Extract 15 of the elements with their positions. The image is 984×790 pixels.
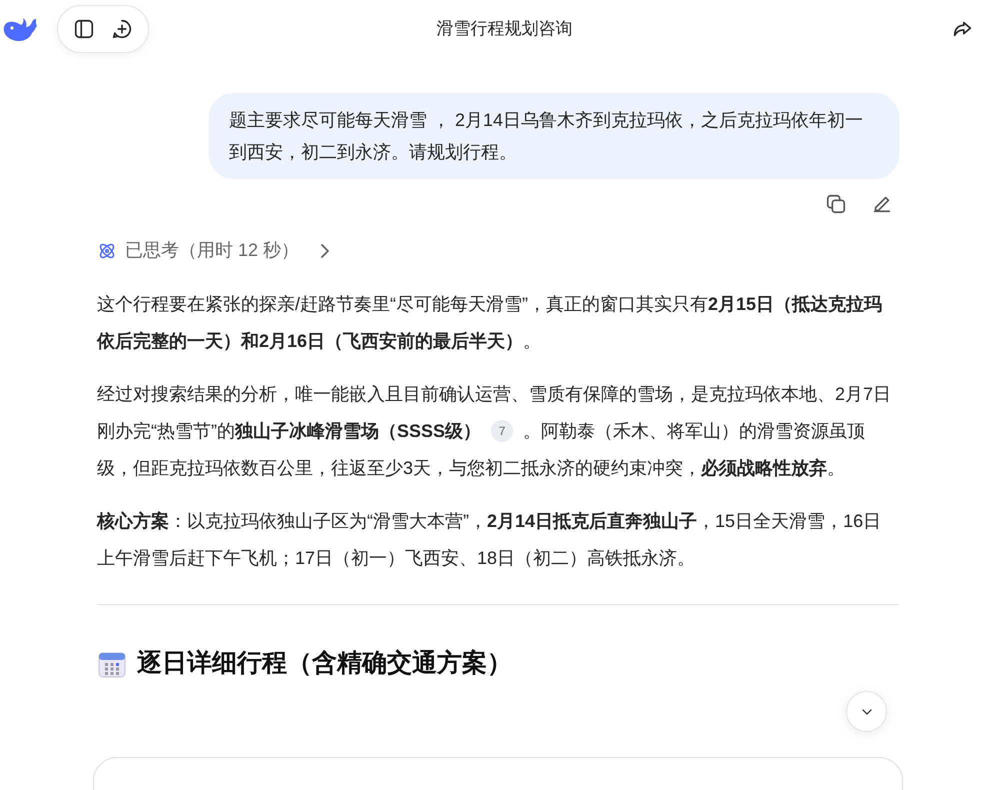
- answer-paragraph: 这个行程要在紧张的探亲/赶路节奏里“尽可能每天滑雪”，真正的窗口其实只有2月15日（抵达克拉玛依后完整的一天）和2月16日（飞西安前的最后半天）。: [97, 293, 884, 353]
- copy-icon: [825, 193, 847, 215]
- answer-paragraph: 核心方案：以克拉玛依独山子区为“滑雪大本营”，2月14日抵克后直奔独山子，15日全天滑雪，16日上午滑雪后赶下午飞机；17日（初一）飞西安、18日（初二）高铁抵永济。: [97, 510, 882, 570]
- answer-paragraph: 经过对搜索结果的分析，唯一能嵌入且目前确认运营、雪质有保障的雪场，是克拉玛依本地、2月7日刚办完“热雪节”的独山子冰峰滑雪场（SSSS级） 7 。阿勒泰（禾木、将军山）的滑雪资源虽顶级，但距克拉玛依数百公里，往返至少3天，与您初二抵永济的硬约束冲突，必须战略性放弃。: [97, 383, 892, 480]
- chat-title: 滑雪行程规划咨询: [436, 18, 572, 40]
- sidebar-toggle-button[interactable]: [72, 17, 96, 41]
- plus-bubble-icon: [111, 18, 133, 40]
- sidebar-icon: [73, 18, 95, 40]
- user-message-bubble: 题主要求尽可能每天滑雪 ， 2月14日乌鲁木齐到克拉玛依，之后克拉玛依年初一到西安，初二到永济。请规划行程。: [209, 93, 899, 179]
- section-heading: 逐日详细行程（含精确交通方案）: [137, 648, 512, 679]
- citation-badge[interactable]: 7: [491, 420, 514, 442]
- new-chat-button[interactable]: [110, 17, 134, 41]
- copy-button[interactable]: [825, 193, 847, 215]
- thinking-toggle[interactable]: 已思考（用时 12 秒）: [97, 237, 330, 264]
- chevron-icon: [321, 244, 330, 258]
